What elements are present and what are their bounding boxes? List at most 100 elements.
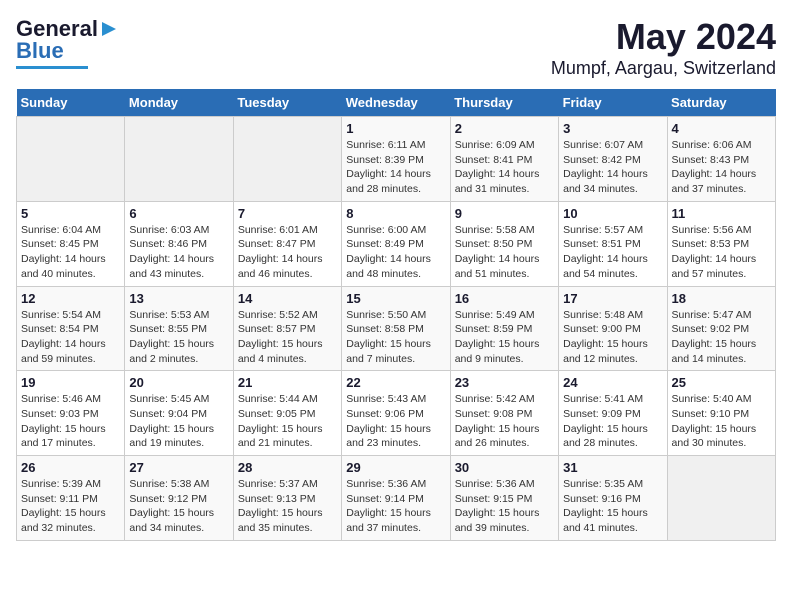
- weekday-header-sunday: Sunday: [17, 89, 125, 117]
- day-info: Sunrise: 5:57 AM Sunset: 8:51 PM Dayligh…: [563, 223, 662, 282]
- day-info: Sunrise: 5:43 AM Sunset: 9:06 PM Dayligh…: [346, 392, 445, 451]
- calendar-week-row: 5 Sunrise: 6:04 AM Sunset: 8:45 PM Daylig…: [17, 201, 776, 286]
- calendar-cell: 17 Sunrise: 5:48 AM Sunset: 9:00 PM Dayli…: [559, 286, 667, 371]
- calendar-cell: 6Sunrise: 6:03 AM Sunset: 8:46 PM Daylig…: [125, 201, 233, 286]
- page-header: General Blue May 2024 Mumpf, Aargau, Swi…: [16, 16, 776, 79]
- day-info: Sunrise: 5:44 AM Sunset: 9:05 PM Dayligh…: [238, 392, 337, 451]
- day-info: Sunrise: 5:50 AM Sunset: 8:58 PM Dayligh…: [346, 308, 445, 367]
- calendar-cell: 4Sunrise: 6:06 AM Sunset: 8:43 PM Daylig…: [667, 117, 775, 202]
- calendar-cell: 18 Sunrise: 5:47 AM Sunset: 9:02 PM Dayli…: [667, 286, 775, 371]
- calendar-cell: 26 Sunrise: 5:39 AM Sunset: 9:11 PM Dayli…: [17, 456, 125, 541]
- day-info: Sunrise: 5:37 AM Sunset: 9:13 PM Dayligh…: [238, 477, 337, 536]
- calendar-cell: 7Sunrise: 6:01 AM Sunset: 8:47 PM Daylig…: [233, 201, 341, 286]
- calendar-cell: 5 Sunrise: 6:04 AM Sunset: 8:45 PM Daylig…: [17, 201, 125, 286]
- day-info: Sunrise: 5:58 AM Sunset: 8:50 PM Dayligh…: [455, 223, 554, 282]
- logo-arrow-icon: [98, 18, 120, 40]
- day-number: 17: [563, 291, 662, 306]
- day-number: 14: [238, 291, 337, 306]
- day-number: 2: [455, 121, 554, 136]
- logo-underline: [16, 66, 88, 69]
- calendar-cell: 2 Sunrise: 6:09 AM Sunset: 8:41 PM Daylig…: [450, 117, 558, 202]
- day-info: Sunrise: 5:53 AM Sunset: 8:55 PM Dayligh…: [129, 308, 228, 367]
- day-info: Sunrise: 6:04 AM Sunset: 8:45 PM Dayligh…: [21, 223, 120, 282]
- weekday-header-saturday: Saturday: [667, 89, 775, 117]
- calendar-cell: 12 Sunrise: 5:54 AM Sunset: 8:54 PM Dayli…: [17, 286, 125, 371]
- day-info: Sunrise: 5:41 AM Sunset: 9:09 PM Dayligh…: [563, 392, 662, 451]
- day-info: Sunrise: 6:09 AM Sunset: 8:41 PM Dayligh…: [455, 138, 554, 197]
- day-info: Sunrise: 5:39 AM Sunset: 9:11 PM Dayligh…: [21, 477, 120, 536]
- calendar-cell: 8 Sunrise: 6:00 AM Sunset: 8:49 PM Daylig…: [342, 201, 450, 286]
- calendar-week-row: 26 Sunrise: 5:39 AM Sunset: 9:11 PM Dayli…: [17, 456, 776, 541]
- day-info: Sunrise: 6:07 AM Sunset: 8:42 PM Dayligh…: [563, 138, 662, 197]
- day-info: Sunrise: 5:49 AM Sunset: 8:59 PM Dayligh…: [455, 308, 554, 367]
- calendar-cell: 25 Sunrise: 5:40 AM Sunset: 9:10 PM Dayli…: [667, 371, 775, 456]
- calendar-week-row: 12 Sunrise: 5:54 AM Sunset: 8:54 PM Dayli…: [17, 286, 776, 371]
- day-number: 29: [346, 460, 445, 475]
- day-number: 27: [129, 460, 228, 475]
- weekday-header-wednesday: Wednesday: [342, 89, 450, 117]
- day-info: Sunrise: 5:35 AM Sunset: 9:16 PM Dayligh…: [563, 477, 662, 536]
- calendar-cell: 10 Sunrise: 5:57 AM Sunset: 8:51 PM Dayli…: [559, 201, 667, 286]
- day-number: 5: [21, 206, 120, 221]
- calendar-cell: 13 Sunrise: 5:53 AM Sunset: 8:55 PM Dayli…: [125, 286, 233, 371]
- calendar-cell: 23Sunrise: 5:42 AM Sunset: 9:08 PM Dayli…: [450, 371, 558, 456]
- day-number: 12: [21, 291, 120, 306]
- day-info: Sunrise: 5:40 AM Sunset: 9:10 PM Dayligh…: [672, 392, 771, 451]
- day-number: 7: [238, 206, 337, 221]
- calendar-cell: [125, 117, 233, 202]
- calendar-cell: 14 Sunrise: 5:52 AM Sunset: 8:57 PM Dayli…: [233, 286, 341, 371]
- day-info: Sunrise: 6:03 AM Sunset: 8:46 PM Dayligh…: [129, 223, 228, 282]
- day-number: 19: [21, 375, 120, 390]
- day-number: 15: [346, 291, 445, 306]
- calendar-cell: 19 Sunrise: 5:46 AM Sunset: 9:03 PM Dayli…: [17, 371, 125, 456]
- calendar-cell: [233, 117, 341, 202]
- calendar-cell: 1 Sunrise: 6:11 AM Sunset: 8:39 PM Daylig…: [342, 117, 450, 202]
- day-number: 28: [238, 460, 337, 475]
- day-number: 10: [563, 206, 662, 221]
- day-number: 30: [455, 460, 554, 475]
- day-number: 3: [563, 121, 662, 136]
- day-number: 9: [455, 206, 554, 221]
- page-title: May 2024: [551, 16, 776, 58]
- day-number: 13: [129, 291, 228, 306]
- calendar-cell: 30 Sunrise: 5:36 AM Sunset: 9:15 PM Dayli…: [450, 456, 558, 541]
- calendar-table: SundayMondayTuesdayWednesdayThursdayFrid…: [16, 89, 776, 541]
- day-info: Sunrise: 5:48 AM Sunset: 9:00 PM Dayligh…: [563, 308, 662, 367]
- calendar-cell: 16 Sunrise: 5:49 AM Sunset: 8:59 PM Dayli…: [450, 286, 558, 371]
- logo: General Blue: [16, 16, 120, 69]
- day-number: 21: [238, 375, 337, 390]
- day-number: 25: [672, 375, 771, 390]
- calendar-cell: 31Sunrise: 5:35 AM Sunset: 9:16 PM Dayli…: [559, 456, 667, 541]
- day-number: 26: [21, 460, 120, 475]
- day-info: Sunrise: 5:46 AM Sunset: 9:03 PM Dayligh…: [21, 392, 120, 451]
- day-number: 1: [346, 121, 445, 136]
- day-number: 24: [563, 375, 662, 390]
- day-number: 16: [455, 291, 554, 306]
- day-info: Sunrise: 6:11 AM Sunset: 8:39 PM Dayligh…: [346, 138, 445, 197]
- day-number: 22: [346, 375, 445, 390]
- calendar-cell: 9 Sunrise: 5:58 AM Sunset: 8:50 PM Daylig…: [450, 201, 558, 286]
- day-info: Sunrise: 5:52 AM Sunset: 8:57 PM Dayligh…: [238, 308, 337, 367]
- calendar-cell: [17, 117, 125, 202]
- calendar-cell: 3 Sunrise: 6:07 AM Sunset: 8:42 PM Daylig…: [559, 117, 667, 202]
- day-number: 18: [672, 291, 771, 306]
- calendar-week-row: 1 Sunrise: 6:11 AM Sunset: 8:39 PM Daylig…: [17, 117, 776, 202]
- calendar-cell: 21 Sunrise: 5:44 AM Sunset: 9:05 PM Dayli…: [233, 371, 341, 456]
- calendar-cell: 15 Sunrise: 5:50 AM Sunset: 8:58 PM Dayli…: [342, 286, 450, 371]
- day-info: Sunrise: 5:38 AM Sunset: 9:12 PM Dayligh…: [129, 477, 228, 536]
- calendar-week-row: 19 Sunrise: 5:46 AM Sunset: 9:03 PM Dayli…: [17, 371, 776, 456]
- page-subtitle: Mumpf, Aargau, Switzerland: [551, 58, 776, 79]
- weekday-header-monday: Monday: [125, 89, 233, 117]
- weekday-header-tuesday: Tuesday: [233, 89, 341, 117]
- day-info: Sunrise: 5:36 AM Sunset: 9:15 PM Dayligh…: [455, 477, 554, 536]
- weekday-header-friday: Friday: [559, 89, 667, 117]
- calendar-header-row: SundayMondayTuesdayWednesdayThursdayFrid…: [17, 89, 776, 117]
- day-number: 8: [346, 206, 445, 221]
- day-number: 20: [129, 375, 228, 390]
- calendar-cell: 11Sunrise: 5:56 AM Sunset: 8:53 PM Dayli…: [667, 201, 775, 286]
- day-info: Sunrise: 6:00 AM Sunset: 8:49 PM Dayligh…: [346, 223, 445, 282]
- calendar-cell: [667, 456, 775, 541]
- day-info: Sunrise: 5:54 AM Sunset: 8:54 PM Dayligh…: [21, 308, 120, 367]
- day-info: Sunrise: 5:47 AM Sunset: 9:02 PM Dayligh…: [672, 308, 771, 367]
- calendar-cell: 20Sunrise: 5:45 AM Sunset: 9:04 PM Dayli…: [125, 371, 233, 456]
